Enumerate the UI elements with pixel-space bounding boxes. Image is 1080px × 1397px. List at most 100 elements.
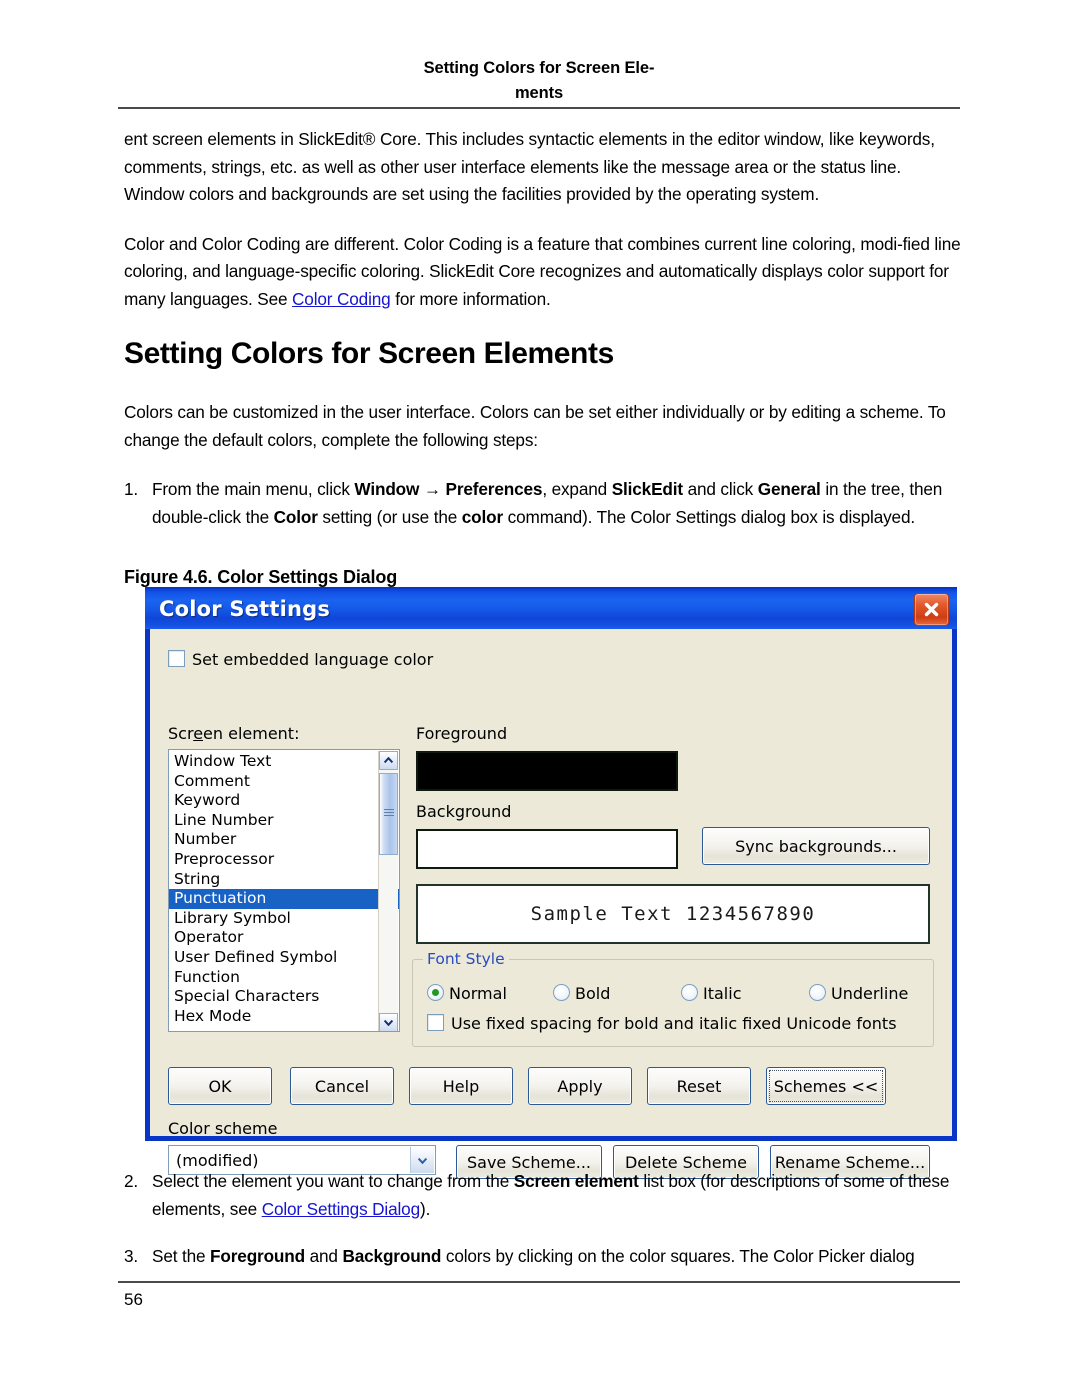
intro-paragraph-1: ent screen elements in SlickEdit® Core. …	[124, 129, 935, 204]
screen-element-label: Screen element:	[168, 724, 299, 743]
screen-element-label-post: en element:	[203, 724, 300, 743]
background-color-swatch[interactable]	[416, 829, 678, 869]
intro-paragraph-2: Color and Color Coding are different. Co…	[124, 231, 962, 314]
list-item[interactable]: String	[169, 870, 399, 890]
running-header: Setting Colors for Screen Ele- ments	[118, 56, 960, 106]
step-3-t1: Set the	[152, 1246, 211, 1266]
fixed-spacing-label: Use fixed spacing for bold and italic fi…	[451, 1014, 897, 1033]
step-1-number: 1.	[124, 479, 139, 499]
cancel-button[interactable]: Cancel	[290, 1067, 394, 1105]
step-1-t3: , expand	[542, 479, 612, 499]
step-1-t1: From the main menu, click	[152, 479, 355, 499]
font-style-groupbox: Font Style Normal Bold Italic Underline …	[412, 950, 934, 1047]
step-1-b2: Preferences	[445, 479, 543, 499]
step-1: 1. From the main menu, click Window → Pre…	[124, 476, 962, 531]
foreground-color-swatch[interactable]	[416, 751, 678, 791]
schemes-button[interactable]: Schemes <<	[766, 1067, 886, 1105]
color-settings-dialog: Color Settings Set embedded language col…	[145, 587, 957, 1179]
screen-element-list: Window Text Comment Keyword Line Number Numb…	[169, 750, 399, 1026]
help-button[interactable]: Help	[409, 1067, 513, 1105]
close-icon[interactable]	[914, 593, 949, 626]
radio-bold-label: Bold	[575, 984, 611, 1003]
background-label: Background	[416, 802, 512, 821]
screen-element-label-pre: Scr	[168, 724, 194, 743]
step-3: 3. Set the Foreground and Background colo…	[124, 1243, 962, 1271]
radio-bold[interactable]	[553, 984, 570, 1001]
step-1-t4: and click	[682, 479, 758, 499]
dialog-title: Color Settings	[159, 597, 331, 621]
step-1-b5: Color	[273, 506, 318, 527]
step-3-b1: Foreground	[210, 1246, 305, 1266]
figure-caption: Figure 4.6. Color Settings Dialog	[124, 567, 398, 587]
listbox-scrollbar[interactable]	[378, 751, 398, 1031]
reset-button[interactable]: Reset	[647, 1067, 751, 1105]
body-column: ent screen elements in SlickEdit® Core. …	[124, 126, 962, 602]
section-intro-paragraph: Colors can be customized in the user int…	[124, 402, 946, 450]
steps-list-top: 1. From the main menu, click Window → Pre…	[124, 476, 962, 531]
set-embedded-language-color-checkbox[interactable]	[168, 650, 185, 667]
list-item[interactable]: Line Number	[169, 811, 399, 831]
scroll-up-icon[interactable]	[379, 751, 398, 770]
step-1-b3: SlickEdit	[611, 479, 683, 499]
header-rule	[118, 107, 960, 109]
scroll-down-icon[interactable]	[379, 1013, 398, 1031]
step-3-t3: colors by clicking on the color squares.…	[441, 1246, 915, 1266]
screen-element-label-accel: e	[193, 724, 204, 743]
screen-element-listbox[interactable]: Window Text Comment Keyword Line Number Numb…	[168, 749, 400, 1032]
list-item[interactable]: Punctuation	[169, 889, 399, 909]
apply-button[interactable]: Apply	[528, 1067, 632, 1105]
scrollbar-thumb[interactable]	[379, 773, 398, 855]
step-2-t3: ).	[420, 1198, 431, 1219]
step-1-b6: color	[461, 506, 504, 527]
fixed-spacing-checkbox[interactable]	[427, 1014, 444, 1031]
list-item[interactable]: Window Text	[169, 752, 399, 772]
color-scheme-label: Color scheme	[168, 1119, 278, 1138]
list-item[interactable]: Comment	[169, 772, 399, 792]
step-2: 2. Select the element you want to change …	[124, 1168, 962, 1223]
color-coding-link[interactable]: Color Coding	[292, 289, 391, 309]
step-2-b1: Screen element	[513, 1171, 639, 1191]
page-title: Setting Colors for Screen Elements	[124, 337, 614, 370]
document-page: Setting Colors for Screen Ele- ments ent…	[0, 0, 1080, 1397]
radio-normal-label: Normal	[449, 984, 507, 1003]
step-3-b2: Background	[342, 1246, 442, 1266]
sample-preview-box: Sample Text 1234567890	[416, 884, 930, 944]
color-scheme-value: (modified)	[176, 1150, 259, 1170]
step-1-b1: Window	[354, 479, 420, 499]
step-1-t7: command). The Color Settings dialog box …	[503, 506, 915, 527]
page-number: 56	[124, 1290, 143, 1309]
list-item[interactable]: Operator	[169, 928, 399, 948]
list-item[interactable]: Special Characters	[169, 987, 399, 1007]
steps-list-bottom: 2. Select the element you want to change …	[124, 1168, 962, 1271]
step-2-t1: Select the element you want to change fr…	[152, 1171, 514, 1191]
radio-underline[interactable]	[809, 984, 826, 1001]
step-2-number: 2.	[124, 1171, 139, 1191]
ok-button[interactable]: OK	[168, 1067, 272, 1105]
list-item[interactable]: User Defined Symbol	[169, 948, 399, 968]
dialog-body: Set embedded language color Screen eleme…	[150, 629, 952, 1179]
color-settings-dialog-link[interactable]: Color Settings Dialog	[262, 1199, 420, 1219]
list-item[interactable]: Hex Mode	[169, 1007, 399, 1027]
dialog-titlebar[interactable]: Color Settings	[145, 587, 957, 629]
list-item[interactable]: Function	[169, 968, 399, 988]
body-column-lower: 2. Select the element you want to change …	[124, 1168, 962, 1291]
list-item[interactable]: Keyword	[169, 791, 399, 811]
set-embedded-language-color-label: Set embedded language color	[192, 650, 434, 669]
running-header-line1: Setting Colors for Screen Ele-	[423, 59, 655, 77]
list-item[interactable]: Number	[169, 830, 399, 850]
step-3-t2: and	[304, 1246, 343, 1266]
radio-normal[interactable]	[427, 984, 444, 1001]
list-item[interactable]: Preprocessor	[169, 850, 399, 870]
radio-italic[interactable]	[681, 984, 698, 1001]
step-1-b4: General	[757, 479, 821, 499]
list-item[interactable]: Library Symbol	[169, 909, 399, 929]
step-1-t2: →	[419, 479, 446, 499]
sync-backgrounds-button[interactable]: Sync backgrounds...	[702, 827, 930, 865]
step-3-number: 3.	[124, 1246, 139, 1266]
sample-text: Sample Text 1234567890	[530, 903, 816, 925]
step-1-t6: setting (or use the	[317, 506, 462, 527]
radio-italic-label: Italic	[703, 984, 742, 1003]
font-style-group-label: Font Style	[423, 950, 509, 968]
running-header-line2: ments	[514, 84, 564, 102]
intro-p2-text-after: for more information.	[390, 288, 551, 309]
